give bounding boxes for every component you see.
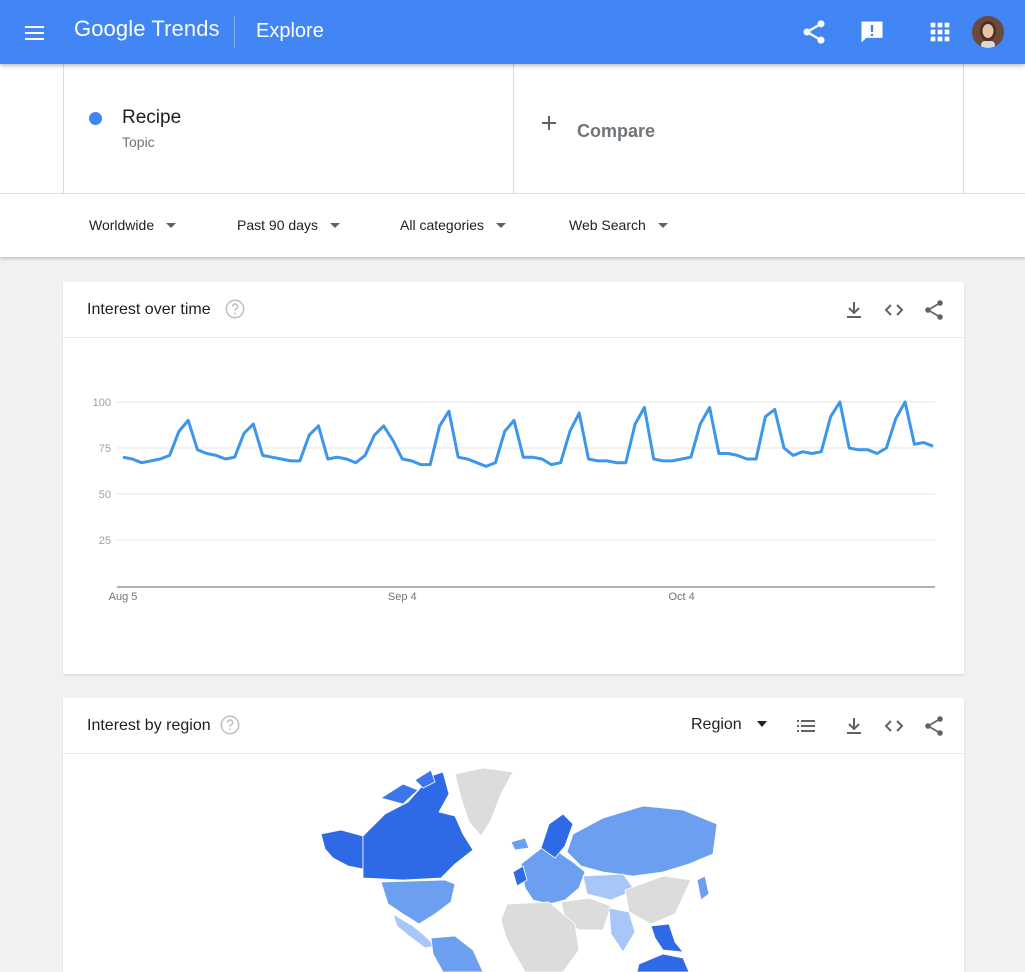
x-tick-label: Aug 5 [109,591,138,603]
series-line-recipe [122,400,934,468]
chevron-down-icon [756,720,767,727]
map-region-south-america[interactable] [430,935,484,972]
card-title: Interest over time [87,301,211,318]
property-filter[interactable]: Web Search [569,217,668,233]
chevron-down-icon [166,222,177,228]
term-color-dot [89,112,102,125]
map-region-alaska[interactable] [320,829,364,870]
share-icon[interactable] [922,714,946,738]
embed-code-icon[interactable] [882,298,906,322]
term-name: Recipe [122,107,182,128]
card-header: Interest by region Region [63,698,964,754]
geo-filter[interactable]: Worldwide [89,217,177,233]
map-region-iceland[interactable] [510,837,530,851]
map-region-australia[interactable] [636,953,690,972]
avatar-image [972,16,1004,48]
map-region-southeast-asia[interactable] [650,923,684,953]
avatar[interactable] [972,16,1004,48]
feedback-icon[interactable] [858,18,886,46]
help-icon[interactable] [224,298,246,320]
map-region-russia[interactable] [566,805,718,877]
filter-bar: Worldwide Past 90 days All categories We… [0,193,1025,257]
resolution-select[interactable]: Region [691,716,767,734]
list-view-icon[interactable] [794,714,818,738]
app-header: Google Trends Explore [0,0,1025,64]
logo-google-text: Google [74,16,146,41]
page-title: Explore [256,20,324,42]
category-filter[interactable]: All categories [400,217,507,233]
interest-over-time-card: Interest over time 25 50 75 100 Aug 5 Sep 4 Oc… [63,282,964,674]
x-tick-label: Sep 4 [388,591,417,603]
time-filter[interactable]: Past 90 days [237,217,340,233]
card-title: Interest by region [87,717,211,734]
y-tick-label: 25 [99,535,111,547]
map-region-china[interactable] [624,875,692,925]
map-region-canada[interactable] [362,771,474,881]
help-icon[interactable] [219,714,241,736]
search-terms-bar: Recipe Topic Compare [0,64,1025,193]
geo-filter-label: Worldwide [89,217,155,233]
header-divider [234,16,235,48]
property-filter-label: Web Search [569,217,646,233]
y-tick-label: 100 [93,397,111,409]
download-icon[interactable] [842,714,866,738]
map-region-greenland[interactable] [454,767,514,837]
term-type: Topic [122,134,155,150]
logo-trends-text: Trends [151,16,220,41]
plus-icon [542,116,556,130]
compare-button[interactable]: Compare [514,64,964,193]
download-icon[interactable] [842,298,866,322]
share-icon[interactable] [800,18,828,46]
category-filter-label: All categories [400,217,485,233]
apps-icon[interactable] [926,18,954,46]
resolution-select-label: Region [691,716,742,733]
interest-by-region-card: Interest by region Region [63,698,964,972]
share-icon[interactable] [922,298,946,322]
embed-code-icon[interactable] [882,714,906,738]
chevron-down-icon [657,222,668,228]
chevron-down-icon [496,222,507,228]
map-region-usa[interactable] [380,879,456,925]
menu-icon[interactable] [22,20,48,46]
world-map[interactable] [63,754,964,972]
x-tick-label: Oct 4 [668,591,694,603]
map-region-india[interactable] [608,907,636,953]
interest-over-time-chart: 25 50 75 100 Aug 5 Sep 4 Oct 4 [93,397,935,603]
time-filter-label: Past 90 days [237,217,318,233]
chevron-down-icon [329,222,340,228]
y-tick-label: 50 [99,489,111,501]
google-trends-logo[interactable]: Google Trends [74,16,220,42]
search-term-card[interactable]: Recipe Topic [63,64,514,193]
card-header: Interest over time [63,282,964,338]
compare-label: Compare [577,121,656,141]
map-region-japan[interactable] [696,875,710,901]
y-tick-label: 75 [99,443,111,455]
